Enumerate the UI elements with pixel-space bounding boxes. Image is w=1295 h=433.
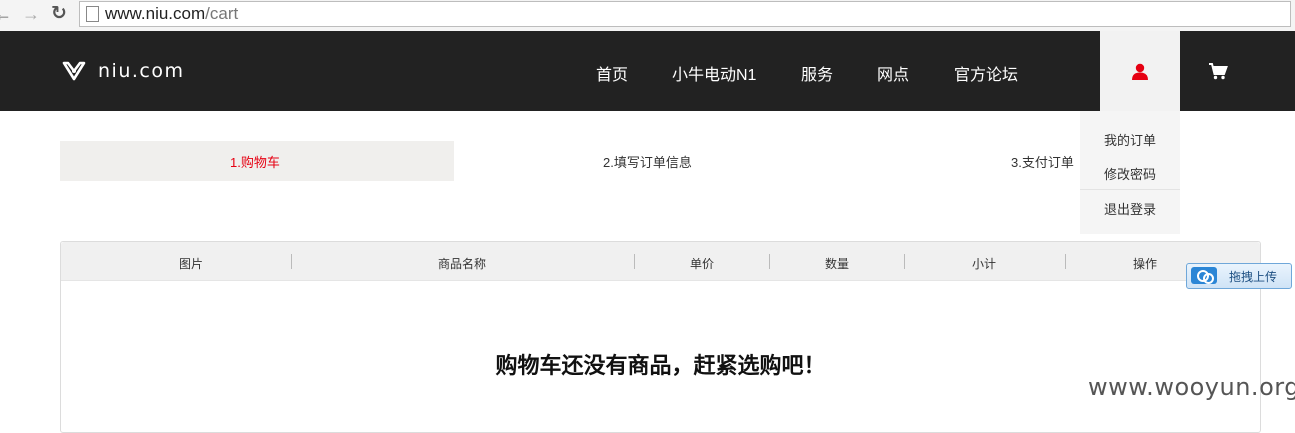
user-icon <box>1132 63 1148 80</box>
back-icon[interactable]: ← <box>0 4 12 24</box>
watermark: www.wooyun.org <box>1088 373 1295 401</box>
user-account-button[interactable] <box>1100 31 1180 111</box>
step-pay-order: 3.支付订单 <box>1011 155 1074 170</box>
drag-upload-button[interactable]: 拖拽上传 <box>1186 263 1292 289</box>
step-cart: 1.购物车 <box>230 155 280 170</box>
column-image: 图片 <box>178 257 203 271</box>
cart-table-header: 图片 商品名称 单价 数量 小计 操作 <box>61 242 1260 281</box>
user-dropdown-menu: 我的订单 修改密码 退出登录 <box>1080 111 1180 234</box>
column-divider <box>634 254 635 269</box>
logo-text: niu.com <box>98 60 185 82</box>
empty-cart-message: 购物车还没有商品，赶紧选购吧！ <box>495 353 826 378</box>
cloud-upload-icon <box>1191 267 1217 284</box>
column-divider <box>291 254 292 269</box>
column-actions: 操作 <box>1132 257 1157 271</box>
url-text[interactable]: www.niu.com/cart <box>105 4 238 24</box>
nav-niu-n1[interactable]: 小牛电动N1 <box>672 61 756 85</box>
niu-logo-icon <box>62 61 86 81</box>
column-unit-price: 单价 <box>689 257 714 271</box>
nav-forum[interactable]: 官方论坛 <box>954 61 1018 85</box>
site-logo[interactable]: niu.com <box>62 59 184 83</box>
nav-stores[interactable]: 网点 <box>877 61 909 85</box>
column-quantity: 数量 <box>824 257 849 271</box>
cart-table: 图片 商品名称 单价 数量 小计 操作 购物车还没有商品，赶紧选购吧！ <box>60 241 1261 433</box>
menu-divider <box>1080 189 1180 190</box>
column-subtotal: 小计 <box>971 257 996 271</box>
step-fill-order: 2.填写订单信息 <box>603 155 692 170</box>
url-host: www.niu.com <box>105 4 206 23</box>
nav-service[interactable]: 服务 <box>801 61 833 85</box>
drag-upload-label: 拖拽上传 <box>1229 270 1278 284</box>
url-path: /cart <box>205 4 239 23</box>
menu-my-orders[interactable]: 我的订单 <box>1080 130 1180 149</box>
page-icon <box>86 6 99 22</box>
browser-toolbar: ← → ↻ www.niu.com/cart <box>0 0 1295 32</box>
nav-home[interactable]: 首页 <box>596 61 628 85</box>
menu-logout[interactable]: 退出登录 <box>1080 199 1180 218</box>
column-divider <box>904 254 905 269</box>
cart-button[interactable] <box>1208 63 1228 85</box>
address-bar[interactable]: www.niu.com/cart <box>79 1 1291 27</box>
shopping-cart-icon <box>1209 63 1228 80</box>
column-divider <box>769 254 770 269</box>
reload-icon[interactable]: ↻ <box>51 4 67 24</box>
column-divider <box>1065 254 1066 269</box>
site-header: niu.com 首页 小牛电动N1 服务 网点 官方论坛 <box>0 31 1295 111</box>
column-product-name: 商品名称 <box>437 257 486 271</box>
menu-change-password[interactable]: 修改密码 <box>1080 164 1180 183</box>
forward-icon[interactable]: → <box>22 4 40 24</box>
